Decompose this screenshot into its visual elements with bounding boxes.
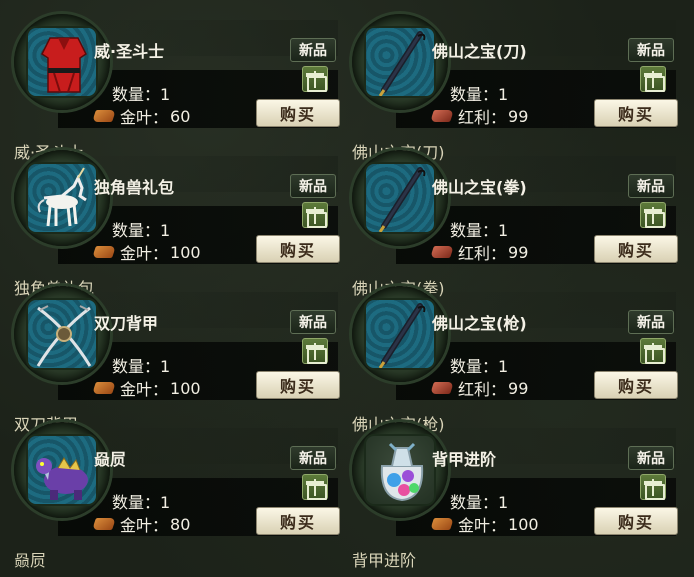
item-quantity: 数量：1 bbox=[112, 221, 171, 240]
umbrella-icon[interactable] bbox=[364, 298, 436, 370]
item-name: 佛山之宝(拳) bbox=[432, 178, 527, 197]
gift-icon[interactable] bbox=[640, 338, 666, 364]
item-price: 红利： 99 bbox=[430, 240, 528, 264]
gift-icon[interactable] bbox=[302, 66, 328, 92]
item-price: 红利： 99 bbox=[430, 376, 528, 400]
red-robe-icon[interactable] bbox=[26, 26, 98, 98]
item-quantity: 数量：1 bbox=[112, 493, 171, 512]
gold-leaf-icon bbox=[92, 518, 116, 530]
item-price: 金叶： 100 bbox=[92, 376, 201, 400]
item-name: 佛山之宝(刀) bbox=[432, 42, 527, 61]
item-price: 红利： 99 bbox=[430, 104, 528, 128]
new-badge: 新品 bbox=[290, 174, 336, 198]
gift-icon[interactable] bbox=[302, 474, 328, 500]
gold-leaf-icon bbox=[92, 246, 116, 258]
shop-card: 独角兽礼包 数量：1 金叶：100 新品 购买 独角兽礼包 bbox=[0, 142, 340, 298]
shop-card: 赑屃 数量：1 金叶： 80 新品 购买 赑屃 bbox=[0, 414, 340, 570]
buy-button[interactable]: 购买 bbox=[594, 99, 678, 127]
gift-icon[interactable] bbox=[640, 66, 666, 92]
item-quantity: 数量：1 bbox=[450, 85, 509, 104]
gold-leaf-icon bbox=[430, 518, 454, 530]
item-name: 威·圣斗士 bbox=[94, 42, 165, 61]
shop-grid: 威·圣斗士 数量：1 金叶：60 新品 购买 威·圣斗士 佛山之宝(刀) 数量：… bbox=[0, 0, 694, 577]
shop-card: 威·圣斗士 数量：1 金叶：60 新品 购买 威·圣斗士 bbox=[0, 6, 340, 162]
new-badge: 新品 bbox=[290, 446, 336, 470]
shop-card: 佛山之宝(刀) 数量：1 红利：99 新品 购买 佛山之宝(刀) bbox=[338, 6, 678, 162]
item-quantity: 数量：1 bbox=[112, 357, 171, 376]
shop-card: 佛山之宝(枪) 数量：1 红利：99 新品 购买 佛山之宝(枪) bbox=[338, 278, 678, 434]
item-name: 独角兽礼包 bbox=[94, 178, 175, 197]
item-name: 背甲进阶 bbox=[432, 450, 497, 469]
red-leaf-icon bbox=[430, 246, 454, 258]
item-caption: 背甲进阶 bbox=[352, 551, 417, 570]
gift-icon[interactable] bbox=[302, 338, 328, 364]
new-badge: 新品 bbox=[628, 310, 674, 334]
item-quantity: 数量：1 bbox=[112, 85, 171, 104]
item-price: 金叶： 60 bbox=[92, 104, 190, 128]
item-price: 金叶： 100 bbox=[92, 240, 201, 264]
buy-button[interactable]: 购买 bbox=[256, 99, 340, 127]
item-name: 佛山之宝(枪) bbox=[432, 314, 527, 333]
buy-button[interactable]: 购买 bbox=[594, 507, 678, 535]
red-leaf-icon bbox=[430, 382, 454, 394]
item-price: 金叶： 80 bbox=[92, 512, 190, 536]
twin-swords-icon[interactable] bbox=[26, 298, 98, 370]
red-leaf-icon bbox=[430, 110, 454, 122]
item-quantity: 数量：1 bbox=[450, 221, 509, 240]
new-badge: 新品 bbox=[628, 174, 674, 198]
new-badge: 新品 bbox=[628, 38, 674, 62]
buy-button[interactable]: 购买 bbox=[256, 235, 340, 263]
gift-icon[interactable] bbox=[640, 474, 666, 500]
shop-card: 佛山之宝(拳) 数量：1 红利：99 新品 购买 佛山之宝(拳) bbox=[338, 142, 678, 298]
dragon-turtle-icon[interactable] bbox=[26, 434, 98, 506]
item-caption: 赑屃 bbox=[14, 551, 47, 570]
umbrella-icon[interactable] bbox=[364, 162, 436, 234]
buy-button[interactable]: 购买 bbox=[594, 235, 678, 263]
buy-button[interactable]: 购买 bbox=[594, 371, 678, 399]
gold-leaf-icon bbox=[92, 382, 116, 394]
gem-bag-icon[interactable] bbox=[364, 434, 436, 506]
new-badge: 新品 bbox=[628, 446, 674, 470]
item-price: 金叶： 100 bbox=[430, 512, 539, 536]
buy-button[interactable]: 购买 bbox=[256, 507, 340, 535]
item-quantity: 数量：1 bbox=[450, 493, 509, 512]
shop-card: 双刀背甲 数量：1 金叶：100 新品 购买 双刀背甲 bbox=[0, 278, 340, 434]
item-name: 赑屃 bbox=[94, 450, 127, 469]
unicorn-icon[interactable] bbox=[26, 162, 98, 234]
umbrella-icon[interactable] bbox=[364, 26, 436, 98]
new-badge: 新品 bbox=[290, 310, 336, 334]
gold-leaf-icon bbox=[92, 110, 116, 122]
gift-icon[interactable] bbox=[640, 202, 666, 228]
gift-icon[interactable] bbox=[302, 202, 328, 228]
buy-button[interactable]: 购买 bbox=[256, 371, 340, 399]
shop-card: 背甲进阶 数量：1 金叶： 100 新品 购买 背甲进阶 bbox=[338, 414, 678, 570]
new-badge: 新品 bbox=[290, 38, 336, 62]
item-name: 双刀背甲 bbox=[94, 314, 159, 333]
item-quantity: 数量：1 bbox=[450, 357, 509, 376]
